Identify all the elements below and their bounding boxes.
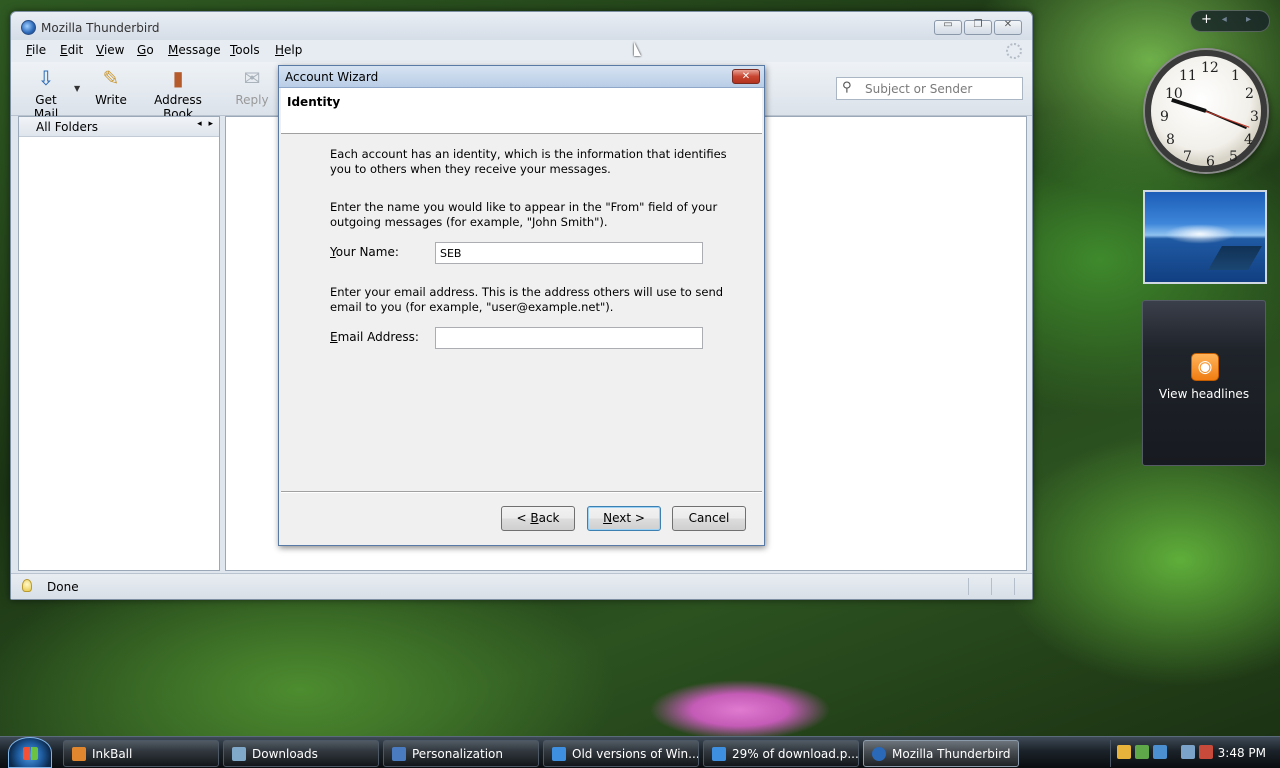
menu-message[interactable]: Message (168, 43, 221, 57)
reply-button[interactable]: ✉ Reply (235, 66, 269, 107)
clock-gadget[interactable]: 12 1 2 3 4 5 6 7 8 9 10 11 (1145, 50, 1267, 172)
get-mail-button[interactable]: ⇩ Get Mail (22, 66, 70, 121)
get-mail-dropdown-icon[interactable]: ▼ (74, 84, 80, 93)
menu-tools[interactable]: Tools (230, 43, 260, 57)
next-button[interactable]: Next > (587, 506, 661, 531)
status-divider (1014, 578, 1015, 595)
menu-go[interactable]: Go (137, 43, 154, 57)
add-gadget-icon[interactable]: + (1201, 12, 1212, 27)
clock-time[interactable]: 3:48 PM (1218, 746, 1266, 760)
status-divider (968, 578, 969, 595)
wizard-section-title: Identity (287, 95, 341, 109)
taskbar-item-download-progress[interactable]: 29% of download.p... (703, 740, 859, 767)
windows-logo-icon (23, 747, 38, 760)
checkmark-icon[interactable] (1135, 745, 1149, 759)
inkball-icon (72, 747, 86, 761)
reply-label: Reply (235, 93, 269, 107)
wizard-title: Account Wizard (285, 70, 379, 84)
search-icon: ⚲ (842, 80, 852, 95)
mouse-cursor-icon (634, 42, 646, 56)
email-help-text: Enter your email address. This is the ad… (330, 285, 724, 314)
volume-muted-icon[interactable] (1199, 745, 1213, 759)
taskbar-item-inkball[interactable]: InkBall (63, 740, 219, 767)
taskbar-item-old-versions[interactable]: Old versions of Win... (543, 740, 699, 767)
address-book-icon: ▮ (172, 66, 184, 90)
your-name-label: Your Name: (330, 245, 399, 259)
folder-pane-header: All Folders ◂ ▸ (19, 117, 219, 137)
lightbulb-icon (22, 579, 32, 592)
security-shield-icon[interactable] (1117, 745, 1131, 759)
close-button[interactable]: ✕ (994, 19, 1022, 35)
folder-view-label: All Folders (36, 120, 99, 134)
identity-intro-text: Each account has an identity, which is t… (330, 147, 727, 176)
write-button[interactable]: ✎ Write (93, 66, 129, 107)
start-button[interactable] (8, 737, 52, 768)
maximize-button[interactable]: ❐ (964, 19, 992, 35)
gadget-nav-arrows-icon[interactable]: ◂ ▸ (1222, 14, 1259, 25)
folder-icon (232, 747, 246, 761)
get-mail-icon: ⇩ (37, 66, 55, 90)
menu-help[interactable]: Help (275, 43, 302, 57)
menu-file[interactable]: File (26, 43, 46, 57)
gadget-sidebar-toolbar: + ◂ ▸ (1190, 10, 1270, 32)
window-titlebar[interactable]: Mozilla Thunderbird ▭ ❐ ✕ (11, 12, 1032, 40)
search-placeholder: Subject or Sender (865, 82, 973, 96)
status-divider (991, 578, 992, 595)
feed-headlines-gadget[interactable]: ◉ View headlines (1142, 300, 1266, 466)
menu-view[interactable]: View (96, 43, 124, 57)
control-panel-icon (392, 747, 406, 761)
name-help-text: Enter the name you would like to appear … (330, 200, 718, 229)
status-text: Done (47, 580, 79, 594)
menu-edit[interactable]: Edit (60, 43, 83, 57)
search-field[interactable]: ⚲ Subject or Sender (836, 77, 1023, 100)
folder-pane[interactable]: All Folders ◂ ▸ (18, 116, 220, 571)
menubar: File Edit View Go Message Tools Help (11, 40, 1032, 62)
taskbar-item-thunderbird[interactable]: Mozilla Thunderbird (863, 740, 1019, 767)
account-wizard-dialog: Account Wizard ✕ Identity Each account h… (278, 65, 765, 546)
clock-second-hand (1205, 111, 1250, 128)
statusbar: Done (11, 573, 1032, 599)
write-label: Write (95, 93, 127, 107)
wizard-titlebar[interactable]: Account Wizard ✕ (279, 66, 764, 88)
system-tray: 3:48 PM (1110, 740, 1280, 767)
email-address-input[interactable] (435, 327, 703, 349)
clock-hour-hand (1171, 97, 1207, 113)
internet-explorer-icon (552, 747, 566, 761)
back-button[interactable]: < Back (501, 506, 575, 531)
folder-view-switch-icon[interactable]: ◂ ▸ (197, 119, 215, 129)
activity-throbber-icon (1006, 43, 1022, 59)
taskbar-item-personalization[interactable]: Personalization (383, 740, 539, 767)
slideshow-gadget[interactable] (1143, 190, 1267, 284)
rss-icon: ◉ (1191, 353, 1219, 381)
email-address-label: Email Address: (330, 330, 419, 344)
wizard-close-button[interactable]: ✕ (732, 69, 760, 84)
restore-icon: ❐ (973, 19, 983, 30)
slideshow-photo (1208, 246, 1262, 270)
pencil-icon: ✎ (102, 66, 120, 90)
minimize-icon: ▭ (943, 19, 953, 30)
reply-icon: ✉ (243, 66, 261, 90)
wizard-footer-divider (281, 491, 762, 492)
wizard-header: Identity (281, 88, 762, 134)
address-book-button[interactable]: ▮ Address Book (141, 66, 215, 121)
taskbar-item-downloads[interactable]: Downloads (223, 740, 379, 767)
your-name-input[interactable] (435, 242, 703, 264)
thunderbird-app-icon (21, 20, 36, 35)
view-headlines-label[interactable]: View headlines (1143, 387, 1265, 401)
window-title: Mozilla Thunderbird (41, 21, 160, 35)
internet-explorer-icon (712, 747, 726, 761)
close-icon: ✕ (1003, 19, 1013, 30)
cancel-button[interactable]: Cancel (672, 506, 746, 531)
thunderbird-icon (872, 747, 886, 761)
minimize-button[interactable]: ▭ (934, 19, 962, 35)
network-icon[interactable] (1153, 745, 1167, 759)
display-icon[interactable] (1181, 745, 1195, 759)
